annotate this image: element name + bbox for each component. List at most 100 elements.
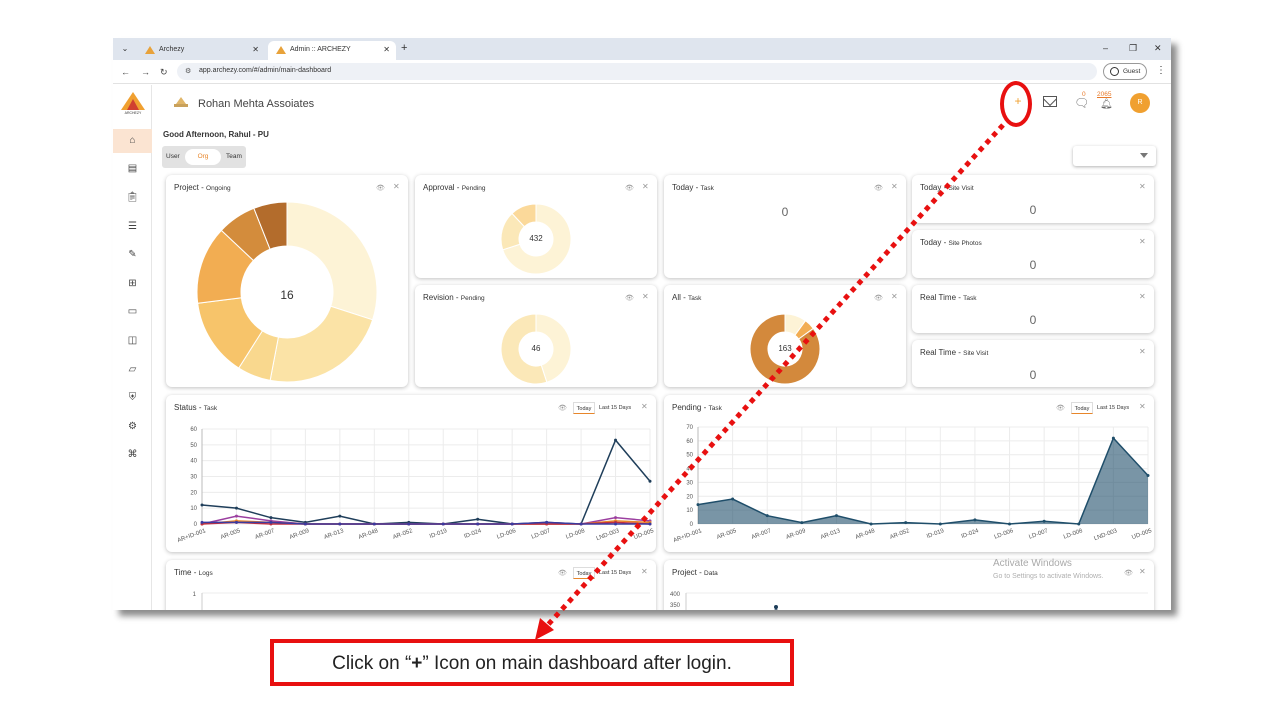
shield-icon[interactable]: ⛨ (113, 386, 152, 410)
close-icon[interactable]: ✕ (1139, 292, 1146, 301)
new-tab-icon[interactable]: + (401, 43, 407, 54)
hide-icon[interactable]: 👁︎ (625, 184, 634, 192)
close-icon[interactable]: ✕ (1139, 402, 1146, 411)
data-point[interactable] (338, 522, 342, 526)
clipboard-icon[interactable]: 📋︎ (113, 186, 152, 210)
data-point[interactable] (1146, 474, 1150, 477)
data-point[interactable] (731, 497, 735, 501)
range-last15[interactable]: Last 15 Days (599, 405, 631, 411)
chat-icon[interactable]: 🗨︎ (1074, 96, 1089, 110)
data-point[interactable] (200, 503, 204, 507)
close-icon[interactable]: ✕ (891, 292, 898, 301)
close-icon[interactable]: ✕ (1139, 237, 1146, 246)
hide-icon[interactable]: 👁︎ (558, 404, 567, 412)
data-point[interactable] (614, 522, 618, 526)
reload-icon[interactable]: ↻ (160, 67, 168, 77)
data-point[interactable] (372, 522, 376, 526)
contact-icon[interactable]: ⊞ (113, 272, 152, 296)
data-point[interactable] (579, 522, 583, 526)
data-point[interactable] (234, 514, 238, 518)
data-point[interactable] (614, 438, 618, 442)
data-point[interactable] (1008, 522, 1012, 526)
hide-icon[interactable]: 👁︎ (1124, 569, 1133, 577)
data-point[interactable] (269, 516, 273, 520)
url-field[interactable]: ⚙ app.archezy.com/#/admin/main-dashboard (177, 63, 1097, 80)
forward-icon[interactable]: → (141, 67, 150, 77)
browser-tab-admin[interactable]: Admin :: ARCHEZY ✕ (268, 41, 396, 60)
browser-menu-icon[interactable]: ⋮ (1156, 65, 1166, 76)
data-point[interactable] (869, 522, 873, 526)
site-info-icon[interactable]: ⚙ (185, 67, 191, 75)
data-point[interactable] (648, 479, 652, 483)
data-point[interactable] (1111, 436, 1115, 440)
data-point[interactable] (800, 521, 804, 525)
close-icon[interactable]: ✕ (641, 567, 648, 576)
minimize-icon[interactable]: – (1103, 43, 1108, 53)
tab-team[interactable]: Team (226, 153, 242, 160)
data-point[interactable] (1042, 519, 1046, 523)
close-icon[interactable]: ✕ (891, 182, 898, 191)
restore-icon[interactable]: ❐ (1129, 43, 1137, 53)
close-window-icon[interactable]: ✕ (1154, 43, 1162, 53)
data-point[interactable] (407, 522, 411, 526)
tab-user[interactable]: User (166, 153, 180, 160)
close-tab-icon[interactable]: ✕ (383, 45, 390, 54)
data-point[interactable] (545, 520, 549, 524)
donut-slice[interactable] (269, 305, 374, 383)
data-point[interactable] (648, 522, 652, 526)
data-point[interactable] (303, 522, 307, 526)
archezy-logo[interactable]: ARCHEZY (121, 92, 145, 116)
data-point[interactable] (765, 514, 769, 518)
data-point[interactable] (476, 517, 480, 521)
range-today[interactable]: Today (573, 567, 595, 579)
dashboard-select[interactable] (1073, 146, 1156, 166)
hide-icon[interactable]: 👁︎ (376, 184, 385, 192)
avatar[interactable]: R (1130, 93, 1150, 113)
network-icon[interactable]: ⌘ (113, 443, 152, 467)
profile-button[interactable]: Guest (1103, 63, 1147, 80)
range-today[interactable]: Today (573, 402, 595, 414)
building-icon[interactable]: ▤ (113, 157, 152, 181)
data-point[interactable] (696, 503, 700, 507)
browser-tab-archezy[interactable]: Archezy ✕ (137, 41, 265, 60)
mail-icon[interactable] (1043, 96, 1057, 107)
donut-slice[interactable] (286, 201, 378, 321)
data-point[interactable] (234, 506, 238, 510)
data-point[interactable] (338, 514, 342, 518)
range-today[interactable]: Today (1071, 402, 1093, 414)
close-icon[interactable]: ✕ (642, 182, 649, 191)
data-point[interactable] (200, 520, 204, 524)
range-last15[interactable]: Last 15 Days (1097, 405, 1129, 411)
folder-icon[interactable]: ▱ (113, 358, 152, 382)
bag-icon[interactable]: ◫ (113, 329, 152, 353)
data-point[interactable] (234, 520, 238, 524)
edit-icon[interactable]: ✎ (113, 243, 152, 267)
data-point[interactable] (904, 521, 908, 525)
back-icon[interactable]: ← (121, 67, 130, 77)
data-point[interactable] (510, 522, 514, 526)
hide-icon[interactable]: 👁︎ (874, 294, 883, 302)
data-point[interactable] (441, 522, 445, 526)
book-icon[interactable]: ▭ (113, 300, 152, 324)
hide-icon[interactable]: 👁︎ (874, 184, 883, 192)
data-point[interactable] (834, 514, 838, 518)
tab-search-icon[interactable]: ⌄ (119, 43, 131, 55)
range-last15[interactable]: Last 15 Days (599, 570, 631, 576)
data-point[interactable] (973, 518, 977, 522)
close-icon[interactable]: ✕ (1139, 347, 1146, 356)
data-point[interactable] (614, 516, 618, 520)
home-icon[interactable]: ⌂ (113, 129, 152, 153)
data-point[interactable] (1077, 522, 1081, 526)
settings-file-icon[interactable]: ⚙ (113, 415, 152, 439)
hide-icon[interactable]: 👁︎ (558, 569, 567, 577)
hide-icon[interactable]: 👁︎ (1056, 404, 1065, 412)
close-icon[interactable]: ✕ (1139, 182, 1146, 191)
close-icon[interactable]: ✕ (642, 292, 649, 301)
close-tab-icon[interactable]: ✕ (252, 45, 259, 54)
tab-org[interactable]: Org (185, 149, 221, 165)
data-point[interactable] (269, 520, 273, 524)
bell-icon[interactable]: 🔔︎ (1100, 99, 1113, 110)
close-icon[interactable]: ✕ (641, 402, 648, 411)
close-icon[interactable]: ✕ (393, 182, 400, 191)
list-icon[interactable]: ☰ (113, 215, 152, 239)
